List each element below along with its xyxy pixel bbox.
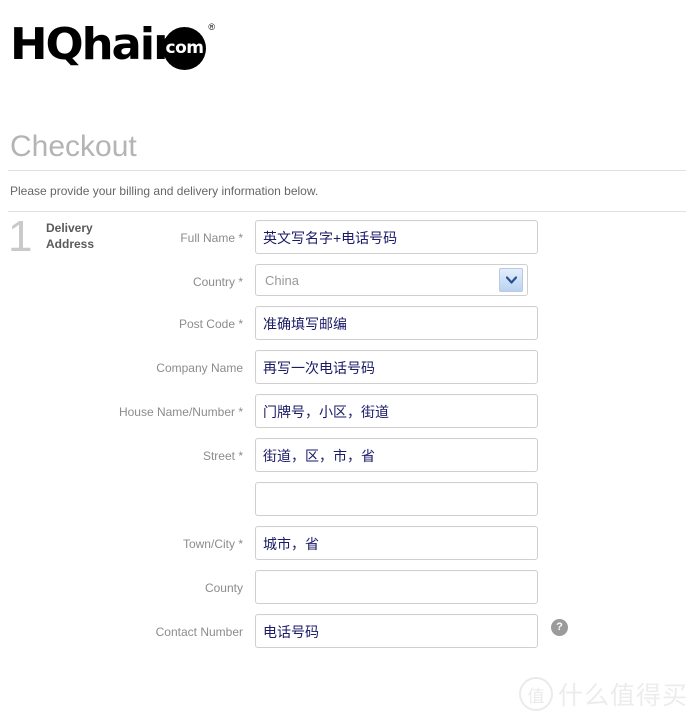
control-full-name (255, 220, 538, 254)
hqhair-logo[interactable]: HQhair com ® (10, 19, 215, 70)
county-input[interactable] (255, 570, 538, 604)
logo-com-text: com (165, 37, 204, 58)
company-name-input[interactable] (255, 350, 538, 384)
label-country: Country * (192, 275, 243, 289)
label-town-city: Town/City * (182, 537, 243, 551)
address-form-fields: Full Name * Country * China Post Code * Comp… (0, 220, 694, 648)
watermark-logo-icon: 值 (518, 677, 553, 711)
post-code-input[interactable] (255, 306, 538, 340)
control-country: China (255, 264, 528, 296)
site-header: HQhair com ® (0, 0, 694, 72)
divider-top (8, 170, 686, 171)
control-house-name-number (255, 394, 538, 428)
field-row-company-name: Company Name (0, 350, 694, 384)
street-line-2-input[interactable] (255, 482, 538, 516)
field-row-town-city: Town/City * (0, 526, 694, 560)
chevron-down-icon[interactable] (499, 268, 523, 292)
label-county: County (204, 581, 243, 595)
control-company-name (255, 350, 538, 384)
country-select[interactable]: China (255, 264, 528, 296)
registered-trademark-icon: ® (208, 22, 216, 32)
field-row-house-name-number: House Name/Number * (0, 394, 694, 428)
field-row-county: County (0, 570, 694, 604)
contact-number-input[interactable] (255, 614, 538, 648)
control-county (255, 570, 538, 604)
control-post-code (255, 306, 538, 340)
logo-wordmark: HQhair (10, 19, 175, 70)
house-name-number-input[interactable] (255, 394, 538, 428)
label-house-name-number: House Name/Number * (118, 405, 243, 419)
full-name-input[interactable] (255, 220, 538, 254)
label-street: Street * (202, 449, 243, 463)
label-company-name: Company Name (156, 361, 243, 375)
page-intro-text: Please provide your billing and delivery… (10, 184, 319, 198)
page-title: Checkout (10, 130, 137, 163)
label-contact-number: Contact Number (155, 625, 243, 639)
town-city-input[interactable] (255, 526, 538, 560)
help-icon[interactable]: ? (551, 619, 568, 636)
delivery-address-section: 1 Delivery Address Full Name *Country *C… (0, 212, 694, 648)
logo-com-badge: com (163, 26, 207, 70)
watermark-text: 什么值得买 (557, 681, 688, 710)
field-row-contact-number: Contact Number? (0, 614, 694, 648)
watermark: 值 什么值得买 (518, 676, 688, 712)
field-row-post-code: Post Code * (0, 306, 694, 340)
field-row-full-name: Full Name * (0, 220, 694, 254)
label-full-name: Full Name * (180, 231, 243, 245)
control-street-line-2 (255, 482, 538, 516)
field-row-street: Street * (0, 438, 694, 472)
label-street-line-2 (0, 482, 255, 493)
control-contact-number: ? (255, 614, 568, 648)
country-selected-value: China (265, 272, 299, 288)
field-row-country: Country * China (0, 264, 694, 296)
street-input[interactable] (255, 438, 538, 472)
control-town-city (255, 526, 538, 560)
control-street (255, 438, 538, 472)
label-post-code: Post Code * (178, 317, 243, 331)
field-row-street-line-2 (0, 482, 694, 516)
